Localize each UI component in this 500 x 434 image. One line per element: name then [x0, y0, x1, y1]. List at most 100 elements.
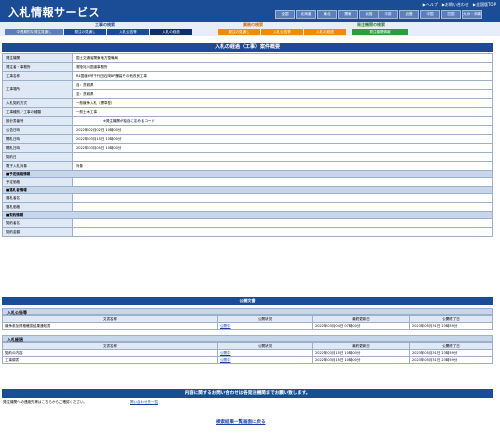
document-status: 公開中	[217, 349, 313, 357]
region-button-tohoku[interactable]: 東北	[317, 10, 337, 19]
region-button-hokuriku[interactable]: 北陸	[359, 10, 379, 19]
document-name: 競争参加資格確認結果通知書	[2, 322, 218, 330]
tab-long-term-outlook[interactable]: 中長期的な発注見通し	[5, 29, 63, 35]
region-button-kyushu[interactable]: 九州・沖縄	[462, 10, 482, 19]
site-title[interactable]: 入札情報サービス	[8, 4, 100, 20]
tab-bid-notices[interactable]: 入札公告等	[107, 29, 149, 35]
estimate-section-title: ■予定価格情報	[2, 170, 493, 178]
progress-table: 文書名称 公開状況 最終更新日 公開終了日 契約の内容 公開中 2022年03月…	[2, 342, 493, 364]
service-tabs: 発注の見通し 入札公告等 入札の経過	[218, 29, 346, 35]
document-status: 公開中	[217, 322, 313, 330]
agency-tabs: 発注機関情報	[352, 29, 408, 35]
contact-section-title: 内容に関するお問い合わせは各発注機関までお願い致します。	[2, 389, 493, 398]
row-label: 電子入札対象	[2, 161, 73, 171]
table-row: 落札者名	[2, 193, 493, 203]
section-row: ■落札者情報	[2, 186, 493, 194]
section-row: ■予定価格情報	[2, 170, 493, 178]
top-links: ▶ヘルプ ▶お問い合わせ ▶全国版TOP	[423, 2, 496, 8]
table-row: 設計書番号 ※発注機関が独自に定めるコード	[2, 116, 493, 126]
table-row: 契約金額	[2, 227, 493, 237]
detail-section-title: 入札の経過（工事）案件概要	[2, 43, 493, 52]
document-status-link[interactable]: 公開中	[220, 351, 231, 355]
region-button-national[interactable]: 全国	[275, 10, 295, 19]
notices-subtitle: 入札公告等	[2, 308, 493, 315]
row-label: 開札日時	[2, 134, 73, 144]
table-header-row: 文書名称 公開状況 最終更新日 公開終了日	[2, 315, 493, 323]
document-status: 公開中	[217, 356, 313, 364]
row-label: 工事名称	[2, 71, 73, 81]
contract-section-title: ■契約情報	[2, 211, 493, 219]
table-row: 落札価格	[2, 202, 493, 212]
region-button-chubu[interactable]: 中部	[378, 10, 398, 19]
region-buttons: 全国 北海道 東北 関東 北陸	[275, 10, 379, 19]
tab-service-notices[interactable]: 入札公告等	[261, 29, 303, 35]
region-button-chugoku[interactable]: 中国	[420, 10, 440, 19]
column-header: 公開状況	[217, 315, 313, 323]
region-button-hokkaido[interactable]: 北海道	[296, 10, 316, 19]
row-value: 自：茨城県	[72, 80, 493, 90]
back-to-results-link[interactable]: 検索結果一覧画面に戻る	[216, 419, 266, 425]
row-label: 発注機関	[2, 53, 73, 63]
table-row: 入札契約方式 一般競争入札（標準型）	[2, 98, 493, 108]
section-row: ■契約情報	[2, 211, 493, 219]
table-row: 工事調書 公開中 2022年03月15日 10時00分 2023年05月31日 …	[2, 356, 493, 364]
row-label: 開札日時	[2, 143, 73, 153]
table-row: 発注者・事務所 常陸河川国道事務所	[2, 62, 493, 72]
national-top-link[interactable]: ▶全国版TOP	[473, 2, 496, 8]
contact-list-link[interactable]: 問い合わせ先一覧	[130, 400, 158, 405]
row-label: 落札価格	[2, 202, 73, 212]
table-row: 予定価格	[2, 177, 493, 187]
document-status-link[interactable]: 公開中	[220, 358, 231, 362]
help-link[interactable]: ▶ヘルプ	[423, 2, 438, 8]
row-value: 2022年03月15日 10時00分	[72, 134, 493, 144]
row-value: R4国道6号千代田石岡BP舗装その他改良工事	[72, 71, 493, 81]
row-value: 一般土木工事	[72, 107, 493, 117]
column-header: 公開終了日	[409, 342, 493, 350]
row-value	[72, 193, 493, 203]
region-button-kanto[interactable]: 関東	[338, 10, 358, 19]
document-end: 2023年05月31日 23時59分	[409, 356, 493, 364]
row-value: ※発注機関が独自に定めるコード	[72, 116, 493, 126]
document-end: 2023年05月31日 23時59分	[409, 349, 493, 357]
row-value: 国土交通省関東地方整備局	[72, 53, 493, 63]
region-button-kinki[interactable]: 近畿	[399, 10, 419, 19]
region-button-shikoku[interactable]: 四国	[441, 10, 461, 19]
row-label: 公告日時	[2, 125, 73, 135]
document-name: 工事調書	[2, 356, 218, 364]
column-header: 最終更新日	[312, 315, 410, 323]
row-value	[72, 227, 493, 237]
construction-search-label: 工事の検索	[95, 22, 115, 27]
row-value	[72, 202, 493, 212]
table-row: 至：茨城県	[3, 89, 493, 99]
tab-order-outlook[interactable]: 発注の見通し	[64, 29, 106, 35]
table-row: 工事場所 自：茨城県	[2, 80, 493, 99]
document-end: 2023年05月31日 23時59分	[409, 322, 493, 330]
service-search-label: 業務の検索	[243, 22, 263, 27]
tab-service-outlook[interactable]: 発注の見通し	[218, 29, 260, 35]
row-value: 至：茨城県	[72, 89, 493, 99]
row-value: 対象	[72, 161, 493, 171]
row-label: 入札契約方式	[2, 98, 73, 108]
table-header-row: 文書名称 公開状況 最終更新日 公開終了日	[2, 342, 493, 350]
table-row: 契約者名	[2, 218, 493, 228]
row-value: 2022年02月02日 10時00分	[72, 125, 493, 135]
tab-bid-progress[interactable]: 入札の経過	[150, 29, 192, 35]
tab-service-progress[interactable]: 入札の経過	[304, 29, 346, 35]
row-value: 一般競争入札（標準型）	[72, 98, 493, 108]
row-value	[72, 152, 493, 162]
construction-tabs: 中長期的な発注見通し 発注の見通し 入札公告等 入札の経過	[5, 29, 192, 35]
table-row: 開札日時 2022年03月05日 10時00分	[2, 143, 493, 153]
table-row: 開札日時 2022年03月15日 10時00分	[2, 134, 493, 144]
tab-agency-info[interactable]: 発注機関情報	[352, 29, 408, 35]
document-status-link[interactable]: 公開中	[220, 324, 231, 328]
table-row: 契約の内容 公開中 2022年03月15日 10時00分 2023年05月31日…	[2, 349, 493, 357]
table-row: 発注機関 国土交通省関東地方整備局	[2, 53, 493, 63]
row-label: 設計書番号	[2, 116, 73, 126]
row-label: 予定価格	[2, 177, 73, 187]
column-header: 最終更新日	[312, 342, 410, 350]
row-value	[72, 218, 493, 228]
document-name: 契約の内容	[2, 349, 218, 357]
table-row: 工事種別／工事の種類 一般土木工事	[2, 107, 493, 117]
row-label: 工事種別／工事の種類	[2, 107, 73, 117]
inquiry-link[interactable]: ▶お問い合わせ	[442, 2, 469, 8]
